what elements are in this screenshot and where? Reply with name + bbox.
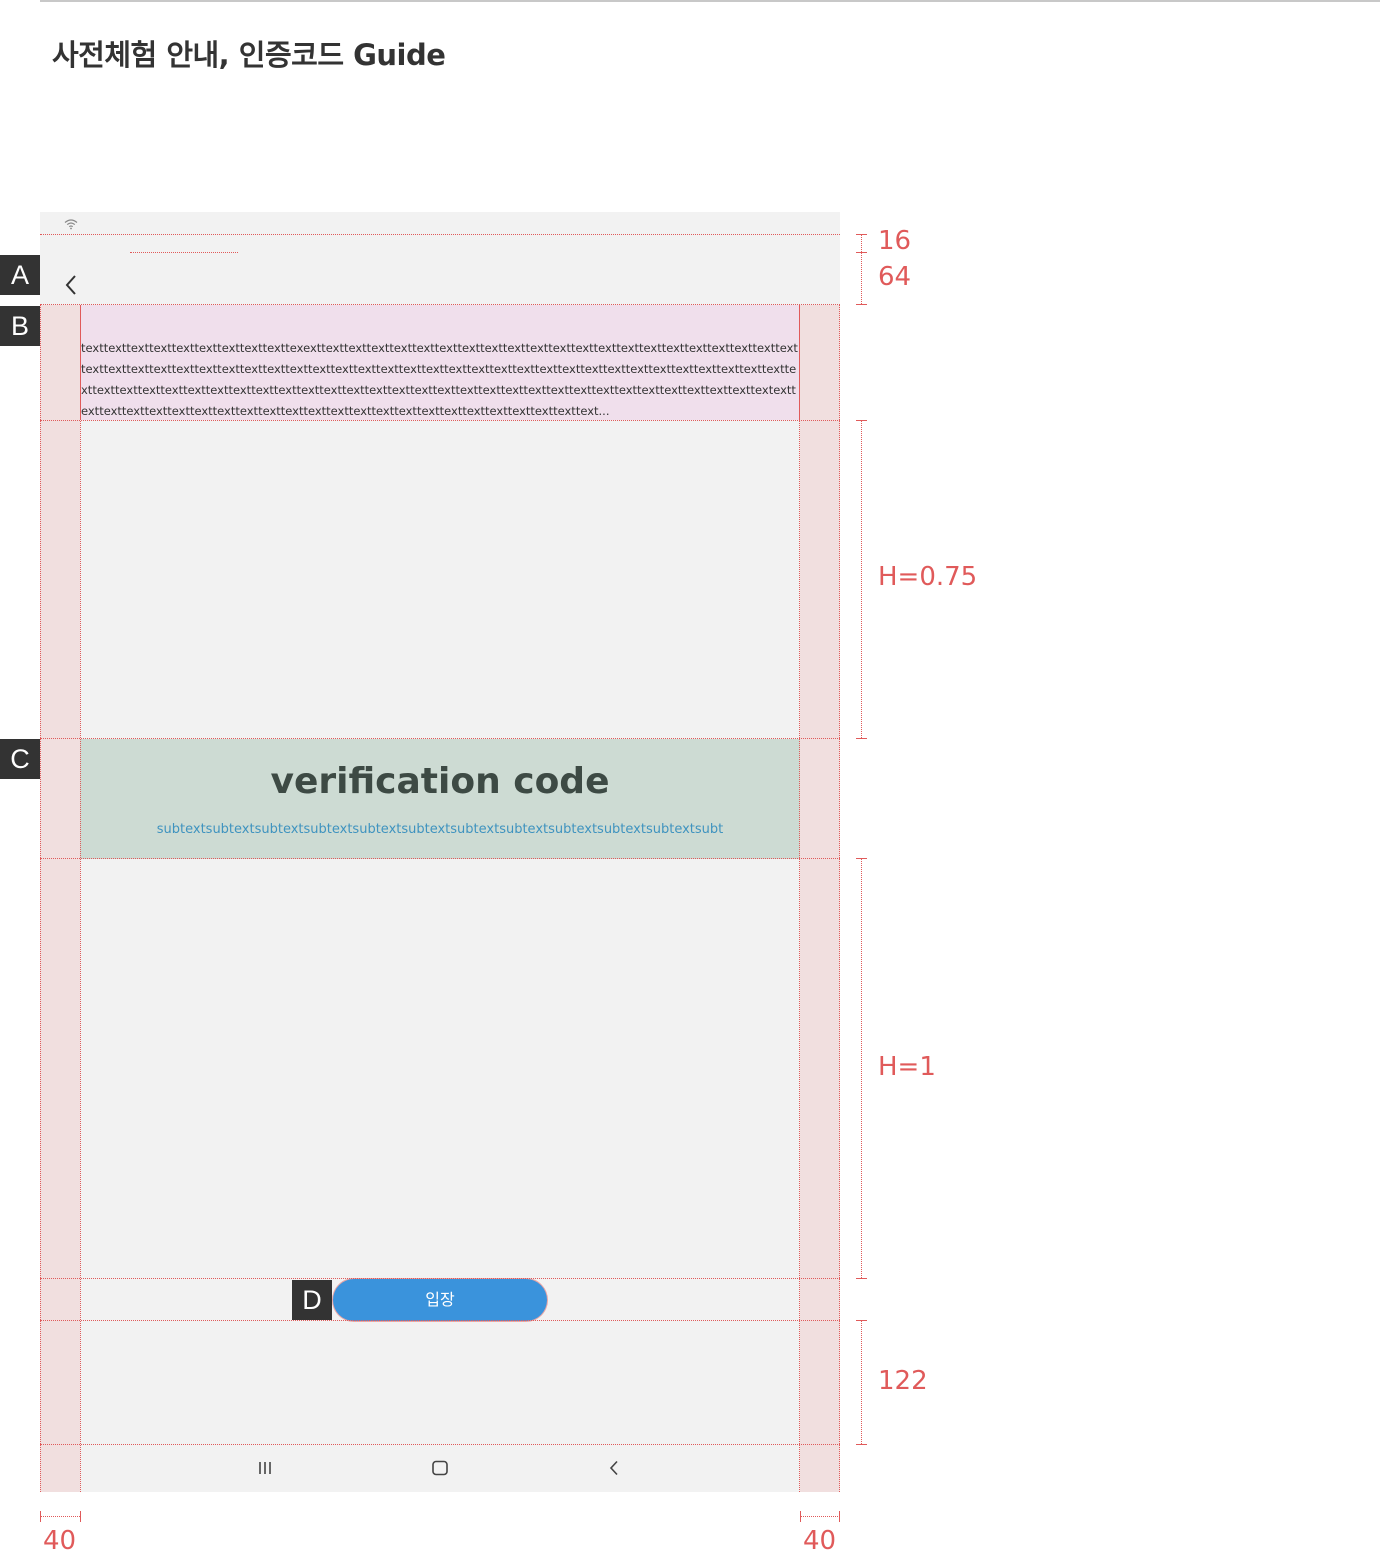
dimension-line [861,252,862,304]
dimension-cap [856,1320,867,1321]
dimension-cap [856,738,867,739]
dimension-cap [839,1511,840,1522]
dimension-line [861,420,862,738]
enter-button[interactable]: 입장 [333,1279,547,1321]
dimension-cap [800,1511,801,1522]
dimension-cap [80,1511,81,1522]
home-icon[interactable] [431,1460,449,1476]
description-text: texttexttexttexttexttexttexttexttexttexe… [81,341,798,418]
dimension-line [800,1516,840,1517]
dimension-cap [856,1278,867,1279]
dimension-cap [856,1444,867,1445]
guide-line [40,858,840,859]
badge-b: B [0,306,40,346]
bottom-space-height-label: 122 [878,1366,928,1396]
guide-line [40,1278,840,1279]
badge-d: D [292,1280,332,1320]
guide-line [40,738,840,739]
dimension-cap [856,420,867,421]
left-margin-area [40,305,80,1492]
top-divider [40,0,1380,2]
guide-line [80,305,81,1492]
verification-code-subtext: subtextsubtextsubtextsubtextsubtextsubte… [156,822,724,837]
right-margin-area [800,305,840,1492]
status-bar-height-label: 16 [878,226,912,256]
badge-a: A [0,255,40,295]
guide-line [40,305,41,1492]
device-screen: texttexttexttexttexttexttexttexttexttexe… [40,212,840,1492]
wifi-icon [64,219,78,230]
guide-line [839,305,840,1492]
guide-line [130,252,238,253]
verification-code-area: verification code subtextsubtextsubtexts… [80,739,800,859]
dimension-line [40,1516,80,1517]
verification-code-title: verification code [270,761,610,802]
back-icon[interactable] [608,1460,620,1476]
dimension-cap [856,858,867,859]
dimension-cap [40,1511,41,1522]
dimension-cap [856,234,867,235]
dimension-line [861,1320,862,1444]
badge-c: C [0,739,40,779]
dimension-line [861,858,862,1278]
dimension-line [861,234,862,252]
back-arrow-icon[interactable] [64,274,78,296]
description-text-area: texttexttexttexttexttexttexttexttexttexe… [80,305,800,420]
top-space-ratio-label: H=0.75 [878,562,978,592]
page-title: 사전체험 안내, 인증코드 Guide [52,38,446,72]
guide-line [799,305,800,1492]
guide-line [40,420,840,421]
guide-line [40,304,840,305]
recents-icon[interactable] [258,1460,272,1476]
guide-line [40,1444,840,1445]
left-margin-label: 40 [43,1526,77,1556]
bottom-space-ratio-label: H=1 [878,1052,936,1082]
guide-line [40,1320,840,1321]
app-bar-height-label: 64 [878,262,912,292]
dimension-cap [856,304,867,305]
guide-line [40,234,840,235]
right-margin-label: 40 [803,1526,837,1556]
